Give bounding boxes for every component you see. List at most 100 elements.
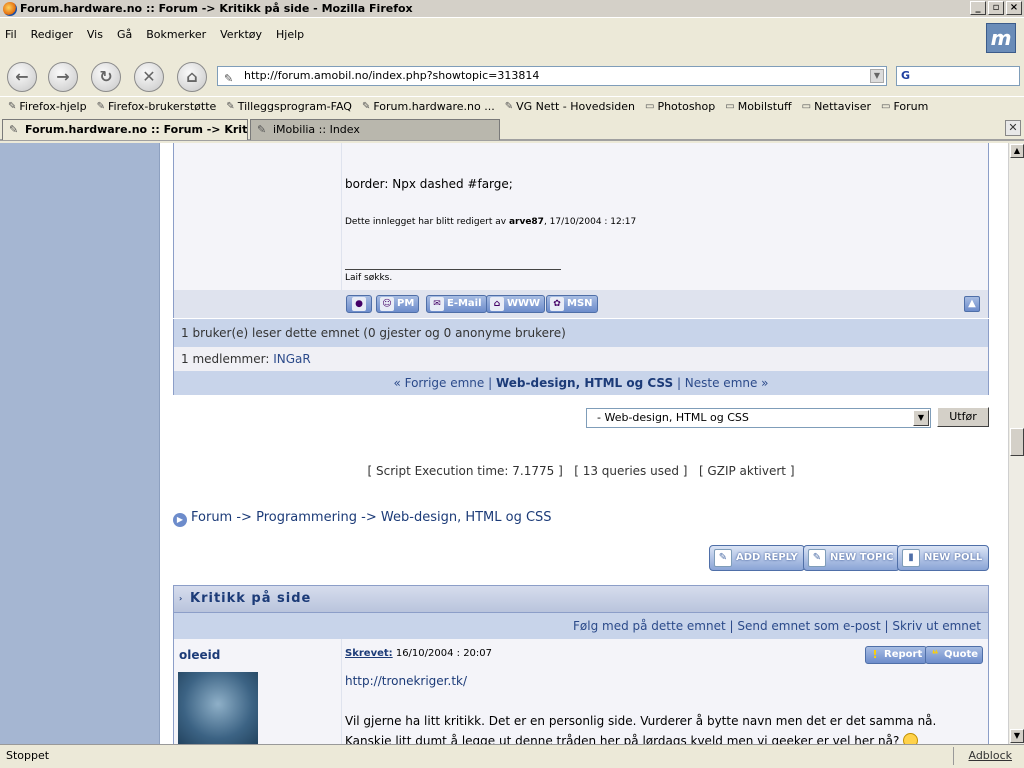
bookmark-icon: ✎: [8, 101, 17, 112]
www-button[interactable]: ⌂ WWW: [486, 295, 546, 313]
smiley-icon: [903, 733, 919, 744]
menu-bookmarks[interactable]: Bokmerker: [146, 25, 206, 45]
search-box[interactable]: G: [896, 66, 1020, 86]
report-button[interactable]: ! Report: [865, 646, 928, 664]
bookmark-item[interactable]: ✎ Firefox-brukerstøtte: [97, 100, 217, 113]
chevron-down-icon[interactable]: ▼: [913, 410, 929, 426]
scroll-down-icon[interactable]: ▼: [1010, 729, 1024, 743]
close-tab-icon[interactable]: ✕: [1005, 120, 1021, 136]
bookmark-icon: ✎: [361, 101, 371, 112]
bookmark-icon: ✎: [226, 101, 235, 112]
print-topic-link[interactable]: Skriv ut emnet: [892, 619, 981, 633]
avatar: [178, 672, 258, 744]
home-icon[interactable]: ⌂: [177, 62, 207, 92]
reload-icon[interactable]: ↻: [91, 62, 121, 92]
bookmark-icon: ✎: [504, 101, 514, 112]
execution-info: [ Script Execution time: 7.1775 ] [ 13 q…: [367, 464, 795, 478]
breadcrumb-forum[interactable]: Forum: [191, 510, 232, 525]
breadcrumb: ▶ Forum -> Programmering -> Web-design, H…: [173, 510, 552, 527]
breadcrumb-programmering[interactable]: Programmering: [256, 510, 357, 525]
forum-link[interactable]: Web-design, HTML og CSS: [496, 376, 673, 390]
minimize-button[interactable]: _: [970, 1, 986, 15]
bookmark-folder[interactable]: ▭ Forum: [881, 100, 928, 113]
msn-button[interactable]: ✿ MSN: [546, 295, 598, 313]
post-text: border: Npx dashed #farge;: [345, 177, 513, 191]
adblock-button[interactable]: Adblock: [968, 749, 1012, 762]
reply-icon: ✎: [714, 549, 732, 567]
throbber-icon: m: [986, 23, 1016, 53]
readers-info: 1 bruker(e) leser dette emnet (0 gjester…: [174, 319, 988, 347]
left-sidebar: [0, 143, 160, 744]
post-author[interactable]: oleeid: [179, 648, 220, 662]
maximize-button[interactable]: ▫: [988, 1, 1004, 15]
menu-help[interactable]: Hjelp: [276, 25, 304, 45]
email-button[interactable]: ✉ E-Mail: [426, 295, 487, 313]
bookmarks-toolbar: ✎ Firefox-hjelp ✎ Firefox-brukerstøtte ✎ Ti…: [0, 96, 1024, 116]
scroll-top-icon[interactable]: ▲: [964, 296, 980, 312]
topic-navigation: « Forrige emne | Web-design, HTML og CSS…: [174, 371, 988, 395]
vertical-scrollbar[interactable]: ▲ ▼: [1008, 143, 1024, 744]
pm-button[interactable]: ☺ PM: [376, 295, 420, 313]
folder-icon: ▭: [645, 101, 655, 112]
google-icon: G: [901, 69, 911, 82]
page-icon: ✎: [9, 123, 19, 136]
member-link[interactable]: INGaR: [273, 352, 311, 366]
bookmark-folder[interactable]: ▭ Nettaviser: [802, 100, 871, 113]
new-topic-icon: ✎: [808, 549, 826, 567]
new-topic-button[interactable]: ✎ NEW TOPIC: [803, 545, 901, 571]
topic-header: › Kritikk på side: [173, 585, 989, 613]
bookmark-folder[interactable]: ▭ Photoshop: [645, 100, 715, 113]
profile-button[interactable]: ●: [346, 295, 372, 313]
url-dropdown-icon[interactable]: ▼: [870, 69, 884, 83]
menu-go[interactable]: Gå: [117, 25, 132, 45]
bookmark-item[interactable]: ✎ Firefox-hjelp: [8, 100, 87, 113]
back-icon[interactable]: ←: [7, 62, 37, 92]
members-info: 1 medlemmer: INGaR: [174, 347, 988, 371]
bookmark-item[interactable]: ✎ VG Nett - Hovedsiden: [505, 100, 635, 113]
forward-icon[interactable]: →: [48, 62, 78, 92]
tab-forum[interactable]: ✎ Forum.hardware.no :: Forum -> Kritik...: [2, 119, 248, 140]
scroll-up-icon[interactable]: ▲: [1010, 144, 1024, 158]
tab-bar: ✎ Forum.hardware.no :: Forum -> Kritik...…: [0, 117, 1024, 141]
folder-icon: ▭: [725, 101, 735, 112]
menu-bar: Fil Rediger Vis Gå Bokmerker Verktøy Hje…: [0, 25, 1024, 45]
go-button[interactable]: Utfør: [937, 407, 989, 427]
scroll-thumb[interactable]: [1010, 428, 1024, 456]
folder-icon: ▭: [881, 101, 891, 112]
status-bar: Stoppet Adblock: [0, 744, 1024, 768]
signature-divider: [345, 269, 561, 270]
bookmark-item[interactable]: ✎ Tilleggsprogram-FAQ: [226, 100, 352, 113]
page-content: border: Npx dashed #farge; Dette innlegg…: [0, 143, 1008, 744]
poll-icon: ▮: [902, 549, 920, 567]
quote-button[interactable]: ❝ Quote: [925, 646, 984, 664]
bookmark-item[interactable]: ✎ Forum.hardware.no ...: [362, 100, 495, 113]
folder-icon: ▭: [801, 101, 812, 112]
tab-imobilia[interactable]: ✎ iMobilia :: Index: [250, 119, 500, 140]
follow-topic-link[interactable]: Følg med på dette emnet: [573, 619, 726, 633]
page-icon: ✎: [257, 123, 267, 136]
firefox-icon: [3, 2, 17, 16]
edit-note: Dette innlegget har blitt redigert av ar…: [345, 217, 637, 227]
menu-view[interactable]: Vis: [87, 25, 103, 45]
menu-file[interactable]: Fil: [5, 25, 17, 45]
post-text: Vil gjerne ha litt kritikk. Det er en pe…: [345, 711, 975, 744]
url-bar[interactable]: ✎ http://forum.amobil.no/index.php?showt…: [217, 66, 887, 86]
email-topic-link[interactable]: Send emnet som e-post: [737, 619, 880, 633]
title-bar: Forum.hardware.no :: Forum -> Kritikk på…: [0, 0, 1024, 18]
add-reply-button[interactable]: ✎ ADD REPLY: [709, 545, 805, 571]
forum-jump-select[interactable]: - Web-design, HTML og CSS ▼: [586, 408, 931, 428]
breadcrumb-webdesign[interactable]: Web-design, HTML og CSS: [381, 510, 552, 525]
chevron-right-icon: ›: [179, 594, 184, 603]
prev-topic-link[interactable]: « Forrige emne: [393, 376, 484, 390]
post-link[interactable]: http://tronekriger.tk/: [345, 674, 467, 688]
menu-edit[interactable]: Rediger: [31, 25, 73, 45]
bookmark-folder[interactable]: ▭ Mobilstuff: [725, 100, 791, 113]
menu-tools[interactable]: Verktøy: [220, 25, 262, 45]
navigation-icon: ▶: [173, 513, 187, 527]
stop-icon[interactable]: ✕: [134, 62, 164, 92]
new-poll-button[interactable]: ▮ NEW POLL: [897, 545, 990, 571]
next-topic-link[interactable]: Neste emne »: [685, 376, 769, 390]
quote-icon: ❝: [931, 648, 939, 661]
chat-icon: ☺: [380, 297, 394, 311]
close-button[interactable]: ×: [1006, 1, 1022, 15]
